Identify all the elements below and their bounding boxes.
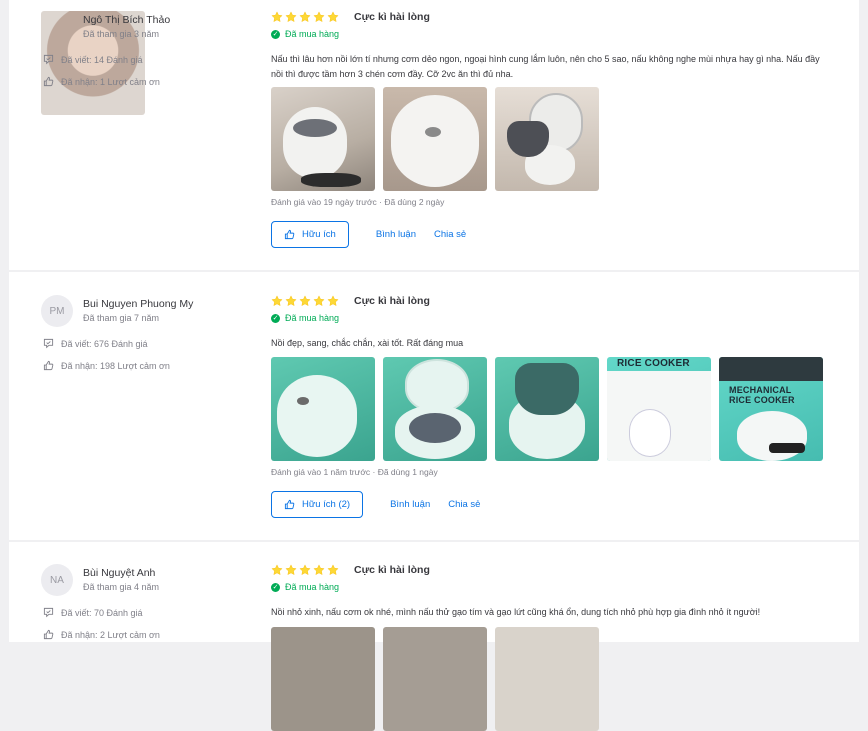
verified-purchase-badge: ✓ Đã mua hàng xyxy=(271,29,339,39)
star-icon xyxy=(327,11,339,22)
thanks-count-text: Đã nhận: 198 Lượt cảm ơn xyxy=(61,360,170,371)
joined-duration: Đã tham gia 3 năm xyxy=(83,29,160,39)
review-actions: Hữu ích (2) Bình luận Chia sẻ xyxy=(271,491,480,518)
rating-stars xyxy=(271,295,339,307)
star-icon xyxy=(271,564,283,575)
helpful-button[interactable]: Hữu ích (2) xyxy=(271,491,364,518)
chat-review-icon xyxy=(43,607,54,618)
reviewer-name: Bui Nguyen Phuong My xyxy=(83,298,194,310)
reviewer-name: Ngô Thị Bích Thảo xyxy=(83,14,171,26)
star-icon xyxy=(271,295,283,306)
star-icon xyxy=(327,295,339,306)
review-meta: Đánh giá vào 19 ngày trước · Đã dùng 2 n… xyxy=(271,197,445,207)
box-print-text: MECHANICAL RICE COOKER xyxy=(729,385,795,405)
written-count-text: Đã viết: 676 Đánh giá xyxy=(61,338,148,349)
avatar: PM xyxy=(41,295,73,327)
review-photo[interactable] xyxy=(495,627,599,731)
star-icon xyxy=(285,11,297,22)
written-count: Đã viết: 14 Đánh giá xyxy=(43,54,143,65)
rating-stars xyxy=(271,11,339,23)
share-link[interactable]: Chia sẻ xyxy=(448,499,480,510)
star-icon xyxy=(271,11,283,22)
review-photos xyxy=(271,87,599,191)
star-icon xyxy=(299,295,311,306)
thanks-count-text: Đã nhận: 1 Lượt cảm ơn xyxy=(61,76,160,87)
review-photo[interactable]: MECHANICAL RICE COOKER xyxy=(719,357,823,461)
thumb-up-icon xyxy=(43,629,54,640)
star-icon xyxy=(327,564,339,575)
verified-purchase-badge: ✓ Đã mua hàng xyxy=(271,313,339,323)
review-actions: Hữu ích Bình luận Chia sẻ xyxy=(271,221,466,248)
review-photo[interactable] xyxy=(383,627,487,731)
chat-review-icon xyxy=(43,54,54,65)
helpful-label: Hữu ích xyxy=(302,229,336,240)
verified-purchase-text: Đã mua hàng xyxy=(285,29,340,39)
review-card: PM Bui Nguyen Phuong My Đã tham gia 7 nă… xyxy=(9,272,859,540)
written-count: Đã viết: 70 Đánh giá xyxy=(43,607,143,618)
thanks-count-text: Đã nhận: 2 Lượt cảm ơn xyxy=(61,629,160,640)
written-count-text: Đã viết: 70 Đánh giá xyxy=(61,607,143,618)
reviewer-name: Bùi Nguyệt Anh xyxy=(83,567,156,579)
review-title: Cực kì hài lòng xyxy=(354,564,430,576)
review-title: Cực kì hài lòng xyxy=(354,11,430,23)
thumb-up-icon xyxy=(43,76,54,87)
box-print-text: RICE COOKER xyxy=(617,358,690,369)
review-content: Nấu thì lâu hơn nồi lớn tí nhưng cơm dẻo… xyxy=(271,54,820,79)
check-circle-icon: ✓ xyxy=(271,29,280,39)
review-card: NA Bùi Nguyệt Anh Đã tham gia 4 năm Đã v… xyxy=(9,542,859,731)
thanks-count: Đã nhận: 198 Lượt cảm ơn xyxy=(43,360,170,371)
star-icon xyxy=(299,11,311,22)
review-content: Nồi đẹp, sang, chắc chắn, xài tốt. Rất đ… xyxy=(271,338,464,348)
review-card: Ngô Thị Bích Thảo Đã tham gia 3 năm Đã v… xyxy=(9,0,859,270)
review-photo[interactable] xyxy=(495,87,599,191)
review-title: Cực kì hài lòng xyxy=(354,295,430,307)
check-circle-icon: ✓ xyxy=(271,582,280,592)
review-content: Nồi nhỏ xinh, nấu cơm ok nhé, mình nấu t… xyxy=(271,607,761,617)
chat-review-icon xyxy=(43,338,54,349)
reply-link[interactable]: Bình luận xyxy=(390,499,430,510)
thumb-up-icon xyxy=(284,229,295,240)
star-icon xyxy=(313,11,325,22)
avatar: NA xyxy=(41,564,73,596)
thumb-up-icon xyxy=(284,499,295,510)
star-icon xyxy=(285,295,297,306)
review-photos: RICE COOKER MECHANICAL RICE COOKER xyxy=(271,357,823,461)
star-icon xyxy=(313,295,325,306)
thanks-count: Đã nhận: 1 Lượt cảm ơn xyxy=(43,76,160,87)
review-photo[interactable] xyxy=(495,357,599,461)
joined-duration: Đã tham gia 7 năm xyxy=(83,313,160,323)
review-photos xyxy=(271,627,599,731)
review-photo[interactable] xyxy=(383,357,487,461)
thumb-up-icon xyxy=(43,360,54,371)
reviewer-info: Ngô Thị Bích Thảo Đã tham gia 3 năm Đã v… xyxy=(41,11,251,115)
joined-duration: Đã tham gia 4 năm xyxy=(83,582,160,592)
review-photo[interactable] xyxy=(271,357,375,461)
review-meta: Đánh giá vào 1 năm trước · Đã dùng 1 ngà… xyxy=(271,467,438,477)
star-icon xyxy=(299,564,311,575)
review-photo[interactable] xyxy=(271,627,375,731)
share-link[interactable]: Chia sẻ xyxy=(434,229,466,240)
check-circle-icon: ✓ xyxy=(271,313,280,323)
helpful-button[interactable]: Hữu ích xyxy=(271,221,349,248)
star-icon xyxy=(285,564,297,575)
written-count: Đã viết: 676 Đánh giá xyxy=(43,338,148,349)
verified-purchase-badge: ✓ Đã mua hàng xyxy=(271,582,339,592)
helpful-label: Hữu ích (2) xyxy=(302,499,351,510)
review-photo[interactable]: RICE COOKER xyxy=(607,357,711,461)
thanks-count: Đã nhận: 2 Lượt cảm ơn xyxy=(43,629,160,640)
verified-purchase-text: Đã mua hàng xyxy=(285,313,340,323)
review-photo[interactable] xyxy=(383,87,487,191)
star-icon xyxy=(313,564,325,575)
reply-link[interactable]: Bình luận xyxy=(376,229,416,240)
review-photo[interactable] xyxy=(271,87,375,191)
verified-purchase-text: Đã mua hàng xyxy=(285,582,340,592)
rating-stars xyxy=(271,564,339,576)
written-count-text: Đã viết: 14 Đánh giá xyxy=(61,54,143,65)
